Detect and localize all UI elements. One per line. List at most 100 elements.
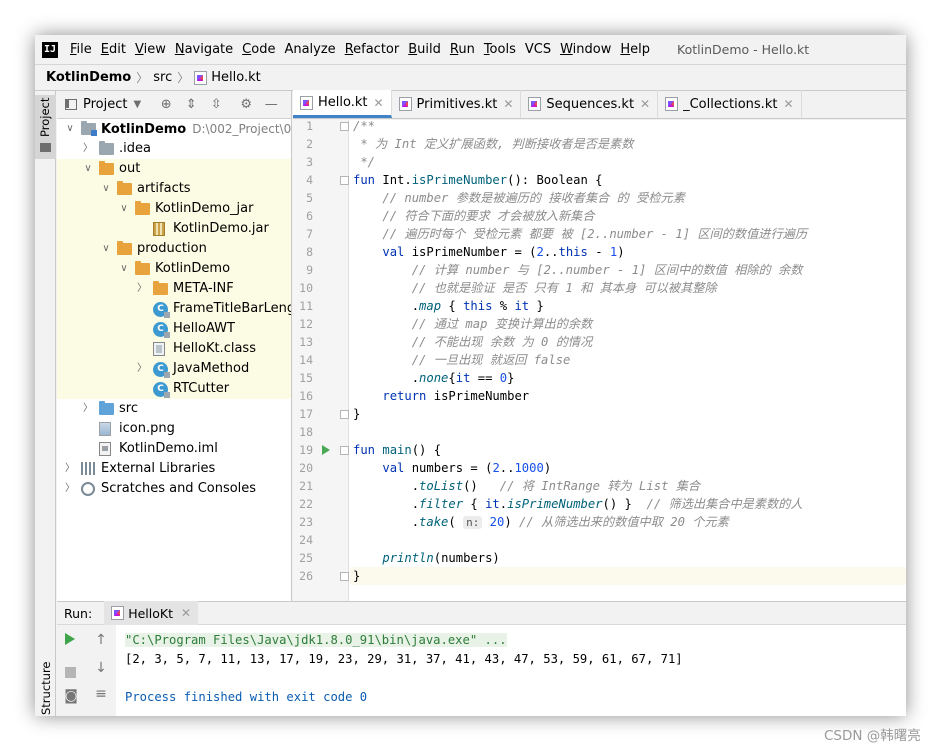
- menu-item[interactable]: Navigate: [175, 42, 233, 57]
- tree-item[interactable]: ∨ artifacts: [57, 179, 291, 199]
- kotlin-file-icon: [665, 97, 679, 111]
- tree-item[interactable]: KotlinDemo.iml: [57, 439, 291, 459]
- tree-item[interactable]: CFrameTitleBarLength: [57, 299, 291, 319]
- menu-item[interactable]: Help: [620, 42, 650, 57]
- structure-tool-tab[interactable]: Structure: [35, 662, 56, 716]
- tree-item[interactable]: 〉 META-INF: [57, 279, 291, 299]
- menu-item[interactable]: View: [135, 42, 166, 57]
- tree-item[interactable]: KotlinDemo.jar: [57, 219, 291, 239]
- menu-item[interactable]: Build: [408, 42, 441, 57]
- menu-item[interactable]: Window: [560, 42, 611, 57]
- fold-icon[interactable]: [340, 122, 349, 131]
- editor-tab[interactable]: _Collections.kt ✕: [658, 90, 802, 118]
- scratches-icon: [81, 482, 95, 496]
- menu-item[interactable]: Analyze: [284, 42, 335, 57]
- fold-icon[interactable]: [340, 572, 349, 581]
- chevron-down-icon[interactable]: ∨: [100, 179, 112, 199]
- tree-item[interactable]: ∨ KotlinDemo: [57, 259, 291, 279]
- project-toolbar: Project ▼ ⊕ ⇕ ⇳ ⚙ —: [57, 91, 291, 119]
- kotlin-file-icon: [528, 97, 542, 111]
- camera-icon[interactable]: ◙: [64, 689, 78, 703]
- tree-item[interactable]: icon.png: [57, 419, 291, 439]
- chevron-right-icon[interactable]: 〉: [82, 399, 94, 419]
- tree-item[interactable]: ∨ out: [57, 159, 291, 179]
- chevron-right-icon[interactable]: 〉: [64, 459, 76, 479]
- tree-item[interactable]: HelloKt.class: [57, 339, 291, 359]
- editor-tab[interactable]: Primitives.kt ✕: [392, 90, 522, 118]
- code-token: (): Boolean {: [507, 173, 603, 187]
- console-line: [2, 3, 5, 7, 11, 13, 17, 19, 23, 29, 31,…: [125, 650, 683, 668]
- chevron-down-icon[interactable]: ∨: [118, 259, 130, 279]
- project-view-selector[interactable]: Project: [83, 97, 127, 112]
- fold-icon[interactable]: [340, 446, 349, 455]
- tree-item[interactable]: ∨ KotlinDemo D:\002_Project\003_: [57, 119, 291, 139]
- code-token: {: [441, 299, 464, 313]
- menu-item[interactable]: VCS: [525, 42, 551, 57]
- menu-mnemonic: H: [620, 42, 631, 57]
- expand-all-icon[interactable]: ⇕: [184, 97, 198, 112]
- editor-tab[interactable]: Hello.kt ✕: [293, 90, 392, 118]
- close-icon[interactable]: ✕: [640, 97, 650, 111]
- tree-item[interactable]: C RTCutter: [57, 379, 291, 399]
- code-token: take: [419, 515, 449, 529]
- scroll-down-icon[interactable]: ↓: [94, 661, 108, 675]
- breadcrumb-project[interactable]: KotlinDemo: [46, 70, 131, 85]
- tree-item[interactable]: ∨ production: [57, 239, 291, 259]
- fold-icon[interactable]: [340, 176, 349, 185]
- breadcrumb-folder[interactable]: src: [153, 70, 172, 85]
- chevron-down-icon[interactable]: ∨: [118, 199, 130, 219]
- kotlin-file-icon: [194, 70, 208, 85]
- hide-panel-icon[interactable]: —: [264, 97, 278, 112]
- menu-item[interactable]: File: [70, 42, 92, 57]
- run-gutter-icon[interactable]: [322, 445, 330, 455]
- tree-item[interactable]: ∨ KotlinDemo_jar: [57, 199, 291, 219]
- rerun-icon[interactable]: [65, 633, 75, 645]
- chevron-right-icon[interactable]: 〉: [136, 359, 148, 379]
- chevron-right-icon[interactable]: 〉: [136, 279, 148, 299]
- breadcrumb-file[interactable]: Hello.kt: [211, 70, 260, 85]
- menu-item[interactable]: Edit: [101, 42, 126, 57]
- line-number: 17: [299, 407, 313, 421]
- tree-item[interactable]: 〉 Scratches and Consoles: [57, 479, 291, 499]
- tree-item-name: KotlinDemo: [101, 122, 187, 137]
- code-editor[interactable]: 1 2 3 4 5 6 7 8 9 10 11 12 13 14 15 16 17 18 19 20 21 22 23 24 2…: [293, 120, 906, 601]
- chevron-down-icon[interactable]: ∨: [82, 159, 94, 179]
- code-line: * 为 Int 定义扩展函数, 判断接收者是否是素数: [353, 135, 634, 153]
- locate-file-icon[interactable]: ⊕: [159, 97, 173, 112]
- soft-wrap-icon[interactable]: ≡: [94, 687, 108, 701]
- tree-item[interactable]: 〉 C JavaMethod: [57, 359, 291, 379]
- menu-label: un: [458, 42, 475, 57]
- project-tool-tab[interactable]: Project: [35, 95, 56, 159]
- class-file-icon: [153, 342, 165, 356]
- chevron-right-icon[interactable]: 〉: [82, 139, 94, 159]
- run-tab-hellokt[interactable]: HelloKt ✕: [104, 601, 199, 625]
- gear-icon[interactable]: ⚙: [239, 97, 253, 112]
- editor-tab[interactable]: Sequences.kt ✕: [521, 90, 659, 118]
- close-icon[interactable]: ✕: [783, 97, 793, 111]
- fold-icon[interactable]: [340, 410, 349, 419]
- close-icon[interactable]: ✕: [503, 97, 513, 111]
- collapse-all-icon[interactable]: ⇳: [209, 97, 223, 112]
- menu-item[interactable]: Run: [450, 42, 475, 57]
- tree-item[interactable]: 〉 src: [57, 399, 291, 419]
- close-icon[interactable]: ✕: [373, 96, 383, 110]
- chevron-down-icon[interactable]: ∨: [64, 119, 76, 139]
- scroll-up-icon[interactable]: ↑: [94, 633, 108, 647]
- line-number: 8: [306, 245, 313, 259]
- stop-icon[interactable]: [65, 667, 76, 678]
- tree-item-name: artifacts: [137, 181, 191, 196]
- chevron-down-icon[interactable]: ∨: [100, 239, 112, 259]
- close-icon[interactable]: ✕: [181, 606, 191, 620]
- menu-item[interactable]: Tools: [484, 42, 516, 57]
- tree-item-name: META-INF: [173, 281, 234, 296]
- tree-item[interactable]: 〉 .idea: [57, 139, 291, 159]
- menu-item[interactable]: Code: [242, 42, 275, 57]
- chevron-down-icon[interactable]: ▼: [133, 99, 141, 110]
- code-token: * 为 Int 定义扩展函数, 判断接收者是否是素数: [353, 137, 634, 151]
- editor-tab-label: _Collections.kt: [683, 96, 778, 112]
- run-console[interactable]: "C:\Program Files\Java\jdk1.8.0_91\bin\j…: [116, 625, 906, 716]
- chevron-right-icon[interactable]: 〉: [64, 479, 76, 499]
- menu-item[interactable]: Refactor: [345, 42, 400, 57]
- tree-item[interactable]: C HelloAWT: [57, 319, 291, 339]
- tree-item[interactable]: 〉 External Libraries: [57, 459, 291, 479]
